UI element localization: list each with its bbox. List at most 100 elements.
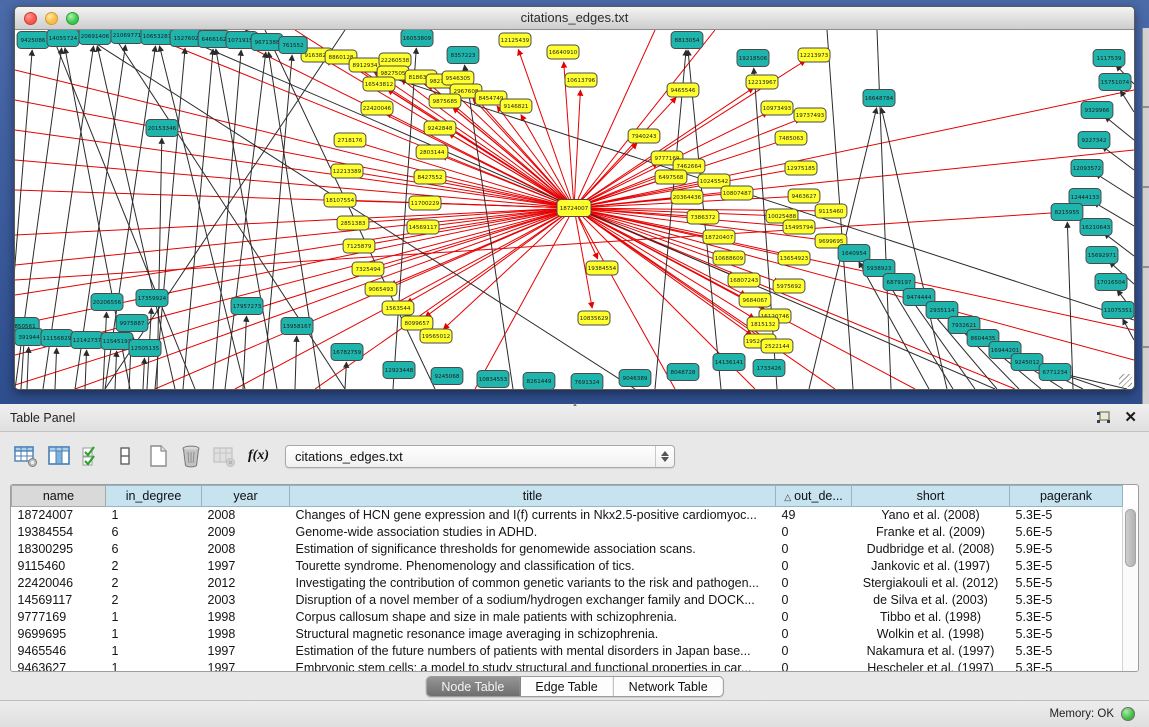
network-node[interactable]: 16640910: [547, 45, 579, 59]
network-node[interactable]: 12505135: [129, 340, 161, 357]
network-node[interactable]: 1563544: [382, 301, 414, 315]
network-node[interactable]: 11075351: [1102, 302, 1134, 319]
network-node[interactable]: 8099657: [401, 316, 433, 330]
network-node[interactable]: 9146821: [500, 99, 532, 113]
table-row[interactable]: 1872400712008Changes of HCN gene express…: [12, 507, 1123, 524]
network-node[interactable]: 11545193: [101, 333, 133, 350]
network-node[interactable]: 11156829: [41, 330, 73, 347]
table-row[interactable]: 969969511998Structural magnetic resonanc…: [12, 626, 1123, 643]
network-node[interactable]: 10973493: [761, 101, 793, 115]
network-node[interactable]: 8357223: [447, 47, 479, 64]
network-node[interactable]: 16648784: [863, 90, 895, 107]
network-node[interactable]: 12093572: [1071, 160, 1103, 177]
network-node[interactable]: 15495794: [783, 220, 815, 234]
network-node[interactable]: 17359924: [136, 290, 168, 307]
network-node[interactable]: 10835629: [578, 311, 610, 325]
network-node[interactable]: 9463627: [788, 189, 820, 203]
network-node[interactable]: 6466162: [198, 31, 230, 48]
network-node[interactable]: 7485063: [775, 131, 807, 145]
network-node[interactable]: 14136141: [713, 354, 745, 371]
network-node[interactable]: 16210643: [1080, 219, 1112, 236]
tab-network-table[interactable]: Network Table: [614, 677, 723, 696]
network-node[interactable]: 7125879: [343, 239, 375, 253]
network-node[interactable]: 12213389: [331, 164, 363, 178]
network-node[interactable]: 21069771: [111, 30, 143, 44]
network-node[interactable]: 2851383: [337, 216, 369, 230]
network-node[interactable]: 12142737: [71, 332, 103, 349]
network-node[interactable]: 6497568: [655, 170, 687, 184]
network-node[interactable]: 12975185: [785, 161, 817, 175]
network-node[interactable]: 14569117: [407, 220, 439, 234]
network-node[interactable]: 9115460: [815, 204, 847, 218]
network-node[interactable]: 10807487: [721, 186, 753, 200]
network-node[interactable]: 391944: [15, 329, 43, 346]
network-node[interactable]: 9465546: [667, 83, 699, 97]
network-node[interactable]: 12444133: [1069, 189, 1101, 206]
network-node[interactable]: 2718176: [334, 133, 366, 147]
network-node[interactable]: 19565012: [420, 329, 452, 343]
network-node[interactable]: 19384554: [586, 261, 618, 275]
network-node[interactable]: 18720407: [703, 230, 735, 244]
close-panel-icon[interactable]: ✕: [1124, 411, 1137, 425]
network-node[interactable]: 9875685: [429, 94, 461, 108]
network-node[interactable]: 19218506: [737, 50, 769, 67]
table-row[interactable]: 977716911998Corpus callosum shape and si…: [12, 609, 1123, 626]
network-node[interactable]: 13654923: [778, 251, 810, 265]
network-node[interactable]: 9425086: [17, 32, 49, 49]
show-columns-icon[interactable]: [46, 443, 72, 469]
network-node[interactable]: 20364436: [671, 190, 703, 204]
network-node[interactable]: 15751074: [1099, 74, 1131, 91]
network-node[interactable]: 1117539: [1093, 50, 1125, 67]
network-node[interactable]: 9975887: [116, 315, 148, 332]
network-node[interactable]: 9065493: [365, 282, 397, 296]
select-all-icon[interactable]: [79, 443, 105, 469]
table-selector-dropdown[interactable]: citations_edges.txt: [285, 445, 675, 468]
panel-divider-handle[interactable]: ▲: [571, 403, 579, 408]
network-node[interactable]: 11700229: [409, 196, 441, 210]
table-row[interactable]: 1456911722003Disruption of a novel membe…: [12, 592, 1123, 609]
table-vertical-scrollbar[interactable]: [1122, 507, 1138, 671]
function-builder-icon[interactable]: f(x): [248, 448, 269, 464]
network-node[interactable]: 1733426: [753, 360, 785, 377]
scrollbar-thumb[interactable]: [1125, 509, 1136, 567]
network-node[interactable]: 9671388: [251, 34, 283, 51]
column-header-title[interactable]: title: [290, 486, 776, 507]
network-node[interactable]: 13958167: [281, 318, 313, 335]
network-node[interactable]: 10613796: [565, 73, 597, 87]
window-resize-grip[interactable]: [1119, 374, 1132, 387]
network-node[interactable]: 14055724: [47, 30, 79, 47]
tab-node-table[interactable]: Node Table: [426, 677, 520, 696]
network-node[interactable]: 22420046: [361, 101, 393, 115]
network-node[interactable]: 8912934: [349, 58, 381, 72]
network-node[interactable]: 16053809: [401, 30, 433, 47]
network-node[interactable]: 1640954: [838, 245, 870, 262]
network-node[interactable]: 20691406: [79, 30, 111, 45]
network-node[interactable]: 8813054: [671, 32, 703, 49]
network-node[interactable]: 16807243: [728, 273, 760, 287]
network-node[interactable]: 2935114: [926, 302, 958, 319]
memory-ok-indicator-icon[interactable]: [1121, 707, 1135, 721]
table-row[interactable]: 911546021997Tourette syndrome. Phenomeno…: [12, 558, 1123, 575]
network-node[interactable]: 12213973: [798, 48, 830, 62]
network-node[interactable]: 15692971: [1086, 247, 1118, 264]
network-node[interactable]: 17957273: [231, 298, 263, 315]
network-node[interactable]: 8048728: [667, 364, 699, 381]
delete-column-icon[interactable]: [178, 443, 204, 469]
column-header-year[interactable]: year: [202, 486, 290, 507]
network-node[interactable]: 16543812: [363, 77, 395, 91]
network-node[interactable]: 12125439: [499, 33, 531, 47]
column-header-outde[interactable]: △out_de...: [776, 486, 852, 507]
column-header-indegree[interactable]: in_degree: [106, 486, 202, 507]
table-row[interactable]: 946554611997Estimation of the future num…: [12, 643, 1123, 660]
network-node[interactable]: 18107554: [324, 193, 356, 207]
network-window[interactable]: citations_edges.txt 18724007916382288601…: [14, 6, 1135, 390]
network-node[interactable]: 2803144: [416, 145, 448, 159]
network-node[interactable]: 20206556: [91, 294, 123, 311]
network-node[interactable]: 9245068: [431, 368, 463, 385]
network-node[interactable]: 1815132: [747, 317, 779, 331]
table-mode-icon[interactable]: [13, 443, 39, 469]
column-header-pagerank[interactable]: pagerank: [1010, 486, 1123, 507]
network-node[interactable]: 9329966: [1081, 102, 1113, 119]
table-row[interactable]: 946362711997Embryonic stem cells: a mode…: [12, 660, 1123, 673]
table-row[interactable]: 2242004622012Investigating the contribut…: [12, 575, 1123, 592]
